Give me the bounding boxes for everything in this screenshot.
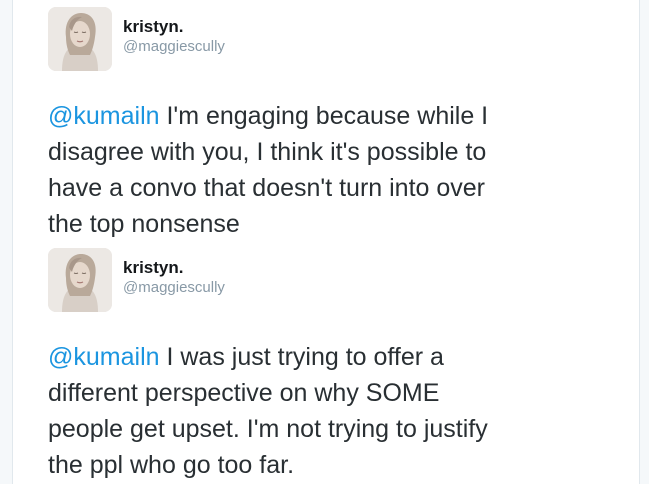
avatar-portrait-icon xyxy=(48,248,112,312)
tweet-text: @kumailn I'm engaging because while I di… xyxy=(48,98,518,242)
mention-link[interactable]: @kumailn xyxy=(48,343,160,371)
tweet: kristyn. @maggiescully @kumailn I'm enga… xyxy=(48,6,628,242)
tweet-header: kristyn. @maggiescully xyxy=(48,6,628,72)
timeline-card: kristyn. @maggiescully @kumailn I'm enga… xyxy=(12,0,640,484)
user-handle[interactable]: @maggiescully xyxy=(123,37,225,56)
display-name[interactable]: kristyn. xyxy=(123,16,225,37)
tweet-header: kristyn. @maggiescully xyxy=(48,247,628,313)
avatar[interactable] xyxy=(48,248,112,312)
avatar[interactable] xyxy=(48,7,112,71)
tweet-text: @kumailn I was just trying to offer a di… xyxy=(48,339,518,483)
tweet: kristyn. @maggiescully @kumailn I was ju… xyxy=(48,247,628,483)
avatar-portrait-icon xyxy=(48,7,112,71)
display-name[interactable]: kristyn. xyxy=(123,257,225,278)
mention-link[interactable]: @kumailn xyxy=(48,102,160,130)
user-names: kristyn. @maggiescully xyxy=(123,16,225,56)
user-handle[interactable]: @maggiescully xyxy=(123,278,225,297)
user-names: kristyn. @maggiescully xyxy=(123,257,225,297)
